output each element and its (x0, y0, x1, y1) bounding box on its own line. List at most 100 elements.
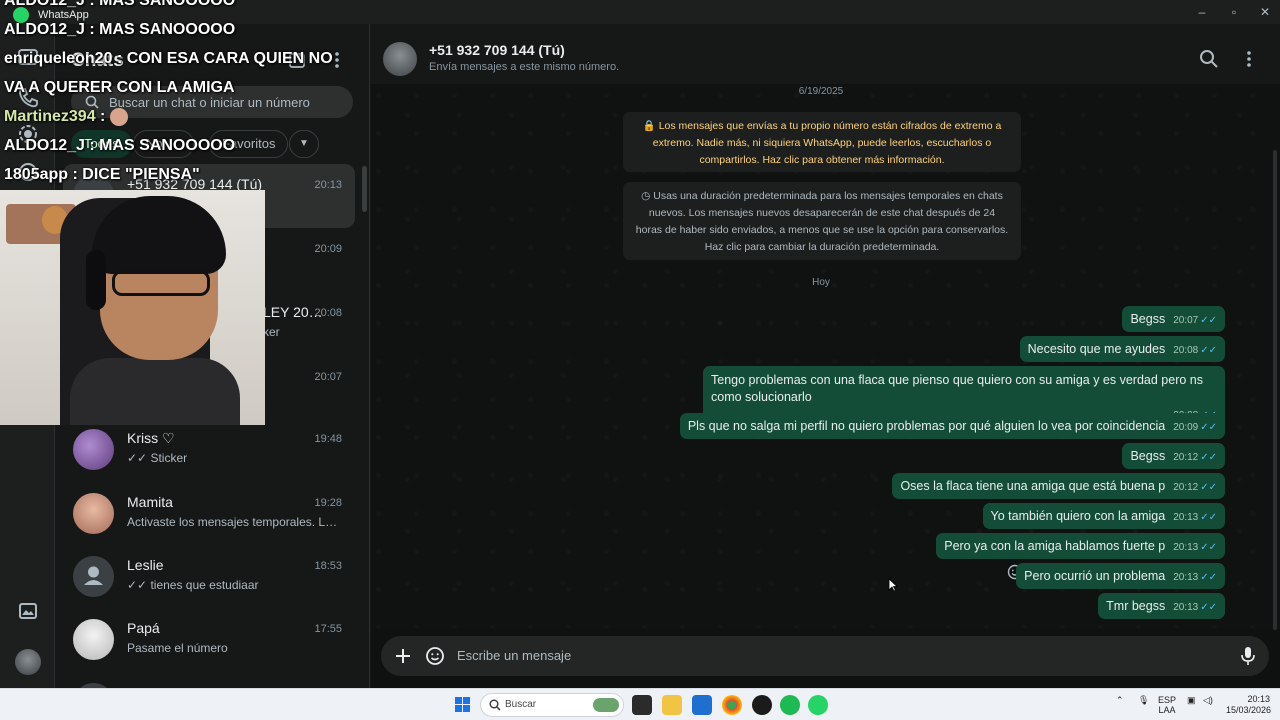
close-button[interactable]: ✕ (1256, 3, 1274, 21)
task-view-icon[interactable] (632, 695, 652, 715)
stream-chat-user: enriqueleon20 (4, 50, 113, 67)
whatsapp-taskbar-icon[interactable] (808, 695, 828, 715)
minimize-button[interactable]: – (1193, 3, 1211, 21)
windows-taskbar: Buscar ⌃ 🎙 ESP LAA ▣ ◁) 20:13 15/03/2026 (0, 688, 1280, 720)
message-time: 20:12 (1173, 482, 1199, 493)
message-time: 20:13 (1173, 512, 1199, 523)
message-time: 20:13 (1173, 572, 1199, 583)
message-time: 20:13 (1173, 542, 1199, 553)
read-ticks-icon: ✓✓ (1200, 572, 1217, 583)
network-icon[interactable]: ▣ (1187, 695, 1196, 705)
taskbar-search[interactable]: Buscar (480, 693, 624, 717)
stream-chat-overlay: ALDO12_J : MAS SANOOOOO ALDO12_J : MAS S… (4, 0, 333, 189)
chat-item-kriss[interactable]: Kriss ♡ 19:48 ✓✓ Sticker (63, 418, 355, 482)
menu-dots-icon[interactable] (1239, 49, 1259, 69)
media-icon[interactable] (16, 599, 40, 623)
message-composer[interactable]: Escribe un mensaje (381, 636, 1269, 676)
message-bubble[interactable]: Oses la flaca tiene una amiga que está b… (892, 473, 1225, 499)
contact-name: +51 932 709 144 (Tú) (429, 42, 565, 58)
message-bubble[interactable]: Pls que no salga mi perfil no quiero pro… (679, 413, 1225, 439)
store-icon[interactable] (692, 695, 712, 715)
stream-chat-text: : MAS SANOOOOO (89, 137, 236, 154)
file-explorer-icon[interactable] (662, 695, 682, 715)
stream-chat-text: : DICE "PIENSA" (72, 166, 200, 183)
message-bubble[interactable]: Begss 20:07 ✓✓ (1122, 306, 1225, 332)
conversation-scrollbar[interactable] (1273, 150, 1277, 630)
chat-name: Kriss ♡ (127, 430, 175, 446)
chat-item[interactable] (63, 672, 355, 688)
microphone-icon[interactable]: 🎙 (1138, 695, 1149, 705)
stream-chat-line: VA A QUERER CON LA AMIGA (4, 73, 333, 102)
contact-subtitle: Envía mensajes a este mismo número. (429, 61, 620, 73)
clock-time: 20:13 (1247, 694, 1270, 704)
chat-item-mamita[interactable]: Mamita 19:28 Activaste los mensajes temp… (63, 482, 355, 546)
language-indicator[interactable]: ESP LAA (1158, 695, 1176, 715)
stream-chat-line: ALDO12_J : MAS SANOOOOO (4, 131, 333, 160)
stream-chat-line: ALDO12_J : MAS SANOOOOO (4, 15, 333, 44)
stream-chat-user: ALDO12_J (4, 0, 85, 9)
read-ticks-icon: ✓✓ (1200, 542, 1217, 553)
chat-time: 18:53 (314, 560, 342, 572)
message-bubble[interactable]: Pero ya con la amiga hablamos fuerte p 20… (936, 533, 1225, 559)
sticker-icon[interactable] (425, 646, 445, 666)
conversation-header[interactable]: +51 932 709 144 (Tú) Envía mensajes a es… (371, 24, 1280, 84)
today-separator: Hoy (812, 277, 830, 288)
message-bubble[interactable]: Yo también quiero con la amiga 20:13 ✓✓ (982, 503, 1225, 529)
mouse-cursor-icon (888, 578, 898, 592)
webcam-overlay (0, 190, 265, 425)
webcam-headset (86, 250, 106, 310)
chat-name: Papá (127, 620, 160, 636)
chat-preview: ker (263, 325, 280, 339)
message-bubble[interactable]: Necesito que me ayudes 20:08 ✓✓ (1019, 336, 1225, 362)
stream-chat-user: Martinez394 (4, 108, 96, 125)
chat-time: 20:09 (314, 243, 342, 255)
microphone-icon[interactable] (1239, 646, 1257, 666)
encryption-notice-text: Los mensajes que envías a tu propio núme… (652, 120, 1002, 166)
message-bubble[interactable]: Pero ocurrió un problema 20:13 ✓✓ (1016, 563, 1225, 589)
message-text: Tmr begss (1106, 599, 1166, 613)
temporary-messages-notice[interactable]: ◷ Usas una duración predeterminada para … (623, 182, 1021, 260)
windows-start-icon[interactable] (455, 697, 471, 713)
read-ticks-icon: ✓✓ (1200, 512, 1217, 523)
stream-chat-user: ALDO12_J (4, 137, 85, 154)
message-time: 20:09 (1173, 422, 1199, 433)
language-bottom: LAA (1158, 705, 1176, 715)
contact-avatar[interactable] (383, 42, 417, 76)
webcam-glasses (112, 270, 210, 296)
message-text: Begss (1130, 312, 1166, 326)
chat-item-leslie[interactable]: Leslie 18:53 ✓✓ tienes que estudiaar (63, 545, 355, 609)
chat-list-scrollbar[interactable] (362, 166, 367, 212)
stream-chat-text: : (100, 108, 106, 125)
chat-preview: Activaste los mensajes temporales. Lo… (127, 515, 343, 529)
taskbar-clock[interactable]: 20:13 15/03/2026 (1226, 694, 1271, 716)
chevron-up-icon[interactable]: ⌃ (1116, 695, 1124, 705)
attach-plus-icon[interactable] (393, 646, 413, 666)
profile-avatar[interactable] (15, 649, 41, 675)
message-text: Pero ocurrió un problema (1024, 569, 1166, 583)
message-text: Yo también quiero con la amiga (990, 509, 1166, 523)
message-bubble[interactable]: Tmr begss 20:13 ✓✓ (1098, 593, 1225, 619)
read-ticks-icon: ✓✓ (1200, 345, 1217, 356)
chat-name: Mamita (127, 494, 173, 510)
message-text: Tengo problemas con una flaca que pienso… (711, 373, 1203, 404)
read-ticks-icon: ✓✓ (1200, 602, 1217, 613)
chat-item-papa[interactable]: Papá 17:55 Pasame el número (63, 608, 355, 672)
message-input-placeholder[interactable]: Escribe un mensaje (457, 648, 571, 663)
chat-preview: ✓✓ tienes que estudiaar (127, 578, 259, 592)
chat-preview: Pasame el número (127, 641, 228, 655)
volume-icon[interactable]: ◁) (1203, 695, 1213, 705)
stream-chat-line: 1805app : DICE "PIENSA" (4, 160, 333, 189)
spotify-icon[interactable] (780, 695, 800, 715)
message-bubble[interactable]: Begss 20:12 ✓✓ (1122, 443, 1225, 469)
search-icon[interactable] (1199, 49, 1219, 69)
chat-time: 17:55 (314, 623, 342, 635)
taskbar-search-label: Buscar (505, 699, 537, 710)
maximize-button[interactable]: ▫ (1225, 3, 1243, 21)
message-time: 20:12 (1173, 452, 1199, 463)
encryption-notice[interactable]: 🔒 Los mensajes que envías a tu propio nú… (623, 112, 1021, 172)
search-icon (489, 699, 501, 711)
search-highlight-icon (593, 698, 619, 712)
obs-icon[interactable] (752, 695, 772, 715)
message-time: 20:08 (1173, 345, 1199, 356)
chrome-icon[interactable] (722, 695, 742, 715)
